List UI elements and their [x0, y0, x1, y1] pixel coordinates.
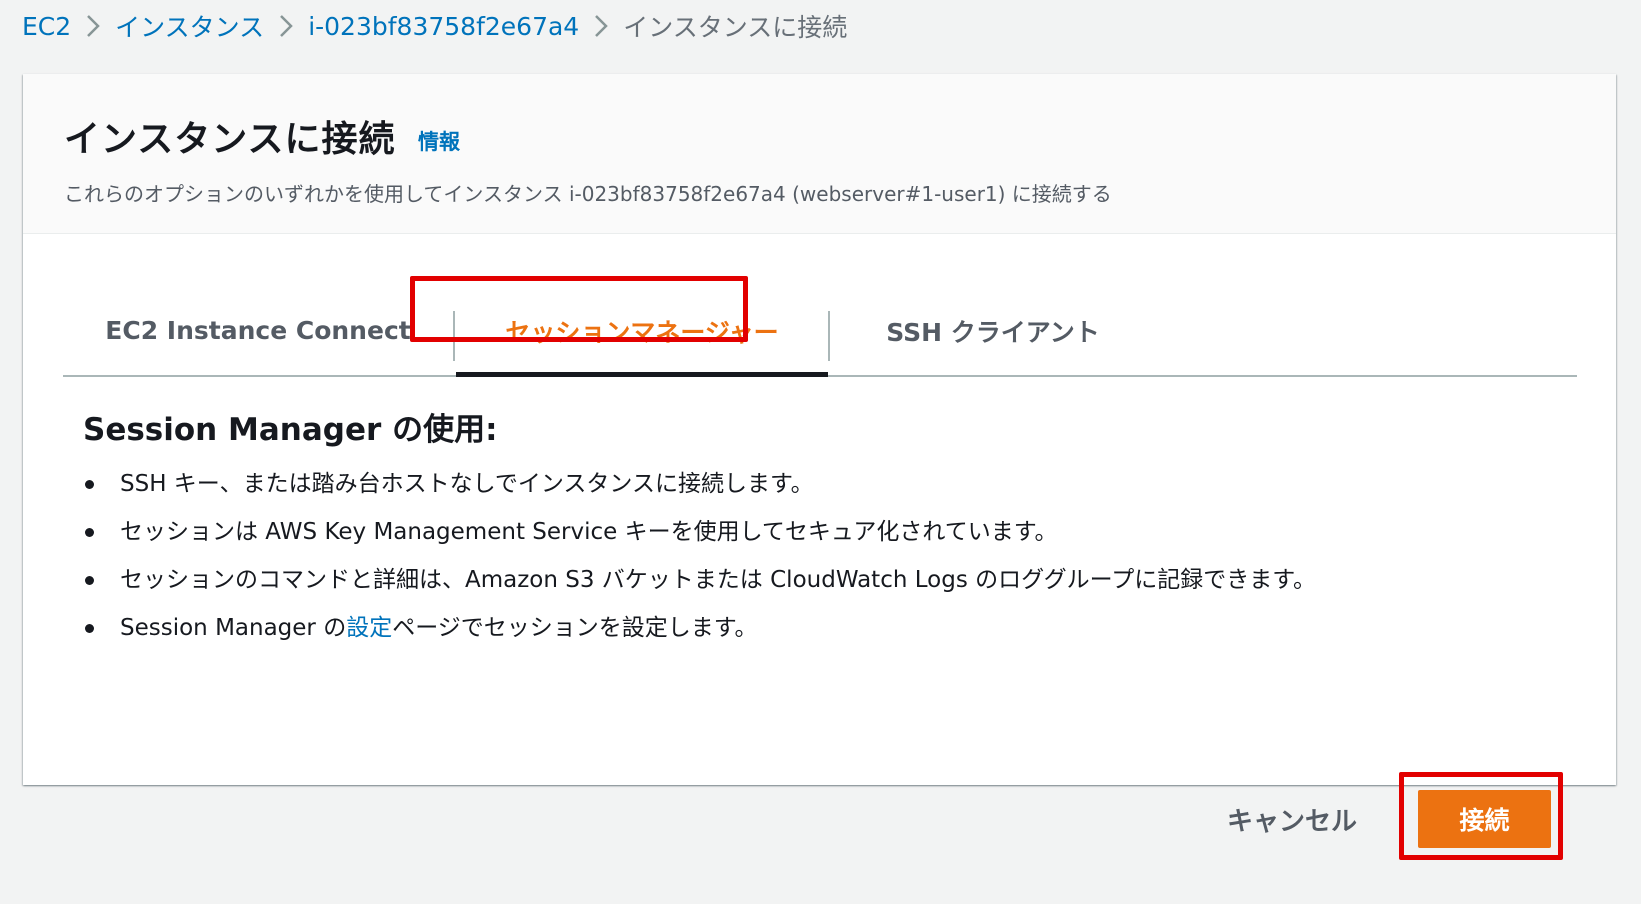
page-title: インスタンスに接続 [64, 119, 396, 160]
chevron-right-icon [579, 6, 623, 46]
breadcrumb-instances[interactable]: インスタンス [115, 8, 264, 44]
connect-button[interactable]: 接続 [1418, 790, 1551, 848]
settings-link[interactable]: 設定 [346, 615, 392, 641]
list-item-prefix: Session Manager の [120, 615, 347, 641]
list-item: Session Manager の設定ページでセッションを設定します。 [83, 604, 1316, 652]
list-item-suffix: ページでセッションを設定します。 [392, 615, 758, 641]
cancel-button[interactable]: キャンセル [1212, 790, 1372, 848]
tab-ec2-instance-connect[interactable]: EC2 Instance Connect [63, 284, 453, 377]
panel-description: これらのオプションのいずれかを使用してインスタンス i-023bf83758f2… [64, 182, 1112, 206]
tab-ssh-client[interactable]: SSH クライアント [833, 284, 1153, 377]
chevron-right-icon [264, 6, 308, 46]
breadcrumb-instance-id[interactable]: i-023bf83758f2e67a4 [308, 12, 579, 41]
feature-list: SSH キー、または踏み台ホストなしでインスタンスに接続します。 セッションは … [83, 460, 1316, 652]
panel-header: インスタンスに接続 情報 これらのオプションのいずれかを使用してインスタンス i… [23, 74, 1616, 234]
content-heading: Session Manager の使用: [83, 412, 498, 448]
chevron-right-icon [71, 6, 115, 46]
tab-list: EC2 Instance Connect セッションマネージャー SSH クライ… [63, 284, 1577, 377]
list-item: セッションのコマンドと詳細は、Amazon S3 バケットまたは CloudWa… [83, 556, 1316, 604]
info-link[interactable]: 情報 [418, 126, 460, 156]
tab-session-manager[interactable]: セッションマネージャー [458, 284, 826, 377]
breadcrumb-ec2[interactable]: EC2 [22, 12, 71, 41]
tab-divider [453, 311, 455, 361]
breadcrumb: EC2 インスタンス i-023bf83758f2e67a4 インスタンスに接続 [22, 6, 847, 46]
list-item: SSH キー、または踏み台ホストなしでインスタンスに接続します。 [83, 460, 1316, 508]
tab-divider [828, 311, 830, 361]
breadcrumb-current: インスタンスに接続 [623, 13, 848, 42]
list-item: セッションは AWS Key Management Service キーを使用し… [83, 508, 1316, 556]
connect-panel: インスタンスに接続 情報 これらのオプションのいずれかを使用してインスタンス i… [23, 74, 1616, 785]
tab-active-indicator [456, 372, 828, 377]
